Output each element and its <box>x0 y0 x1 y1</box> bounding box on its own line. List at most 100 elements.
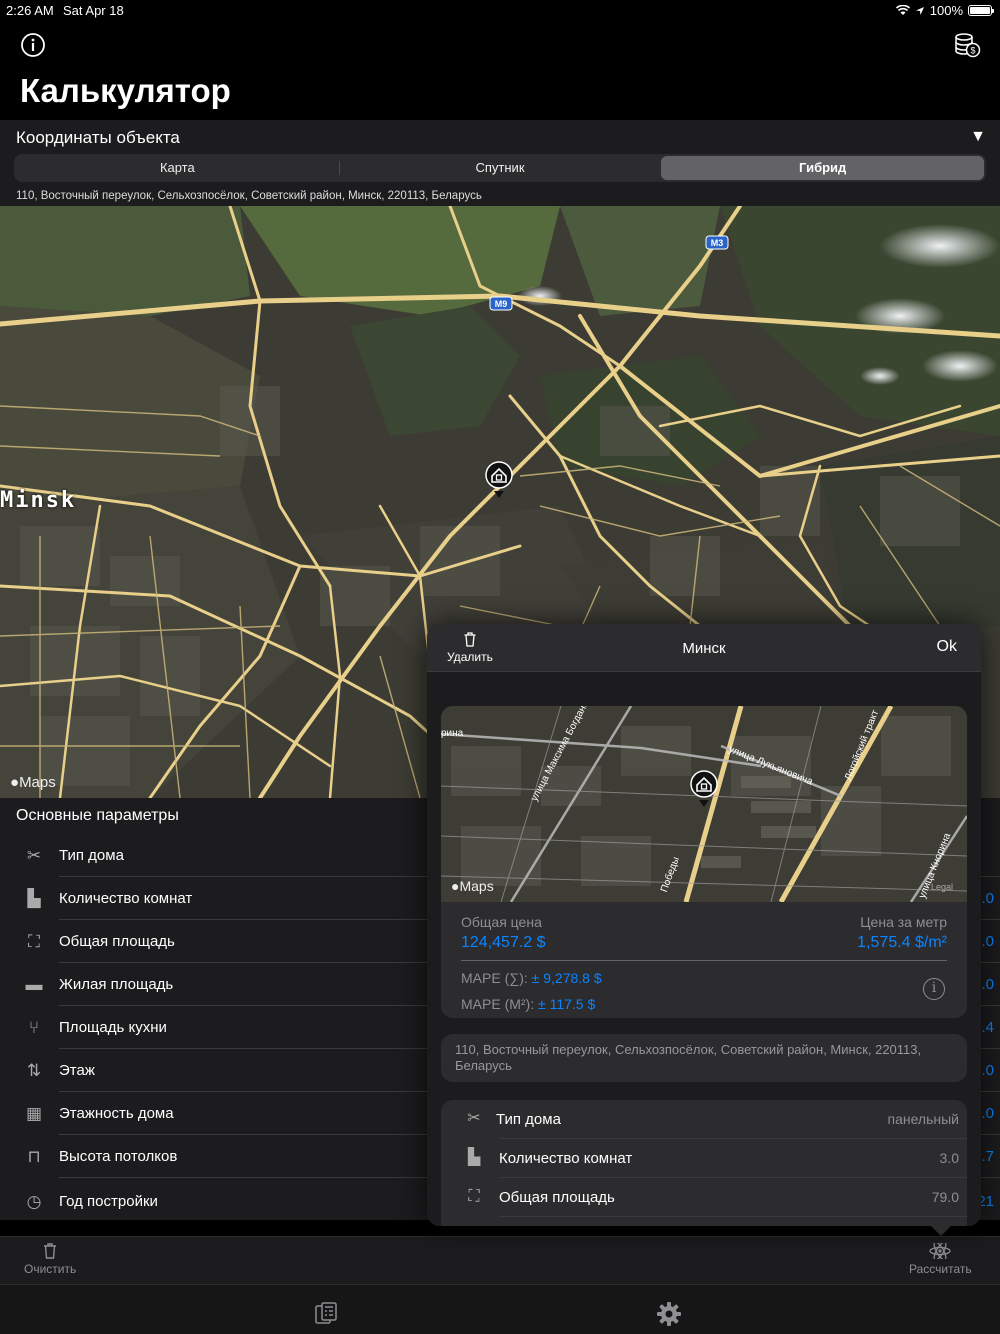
area-icon: ⛶ <box>468 1188 480 1205</box>
param-value: .4 <box>981 1019 994 1036</box>
atom-icon <box>929 1241 951 1261</box>
door-icon: ▙ <box>467 1149 481 1166</box>
road-shield-m9: M9 <box>494 299 508 309</box>
calculator-tab-icon[interactable] <box>314 1301 338 1325</box>
street-label: рина <box>441 728 464 739</box>
status-date: Sat Apr 18 <box>63 3 124 18</box>
param-label: Год постройки <box>59 1193 158 1210</box>
collapse-triangle-icon[interactable]: ▼ <box>970 128 986 146</box>
detail-label: Количество комнат <box>499 1150 633 1167</box>
params-section-title: Основные параметры <box>16 807 179 824</box>
param-value: .0 <box>981 1105 994 1122</box>
divider <box>461 960 947 961</box>
detail-label: Тип дома <box>496 1111 561 1128</box>
location-icon <box>915 6 924 15</box>
address-card: 110, Восточный переулок, Сельхозпосёлок,… <box>441 1034 967 1082</box>
info-icon[interactable]: i <box>923 978 945 1000</box>
popover-address: 110, Восточный переулок, Сельхозпосёлок,… <box>455 1042 922 1073</box>
coords-section-title: Координаты объекта <box>16 128 180 147</box>
param-label: Площадь кухни <box>59 1019 167 1036</box>
tools-icon: ✂ <box>26 846 42 865</box>
result-popover: Удалить Минск Ok рина улица Лукьяновича … <box>427 624 981 1226</box>
floor-icon: ⇅ <box>26 1061 42 1080</box>
calculate-button[interactable]: Рассчитать <box>909 1241 972 1276</box>
param-value: .0 <box>981 933 994 950</box>
bottom-toolbar: Очистить Рассчитать <box>0 1236 1000 1284</box>
sofa-icon: ▬ <box>25 975 43 994</box>
clear-label: Очистить <box>24 1262 77 1276</box>
detail-row-total-area: ⛶ Общая площадь 79.0 <box>441 1178 967 1217</box>
details-card: ✂ Тип дома панельный ▙ Количество комнат… <box>441 1100 967 1226</box>
ok-button[interactable]: Ok <box>937 638 957 656</box>
map-city-label: Minsk <box>0 488 77 513</box>
price-per-meter-value: 1,575.4 $/m² <box>857 934 947 951</box>
calculate-label: Рассчитать <box>909 1262 972 1276</box>
detail-value: 3.0 <box>939 1150 959 1166</box>
status-time: 2:26 AM <box>6 3 54 18</box>
settings-tab-icon[interactable] <box>656 1301 682 1327</box>
divider <box>499 1216 967 1217</box>
total-price-value: 124,457.2 $ <box>461 934 546 951</box>
detail-value: панельный <box>887 1111 960 1127</box>
legal-link[interactable]: Legal <box>931 882 953 892</box>
location-pin-icon[interactable] <box>689 770 719 808</box>
coins-icon[interactable]: $ <box>953 32 981 58</box>
segment-map[interactable]: Карта <box>16 156 339 180</box>
tab-bar <box>0 1284 1000 1334</box>
building-icon: ▦ <box>25 1104 43 1123</box>
coords-address: 110, Восточный переулок, Сельхозпосёлок,… <box>16 190 482 202</box>
mini-map-attribution: ●Maps <box>451 878 494 894</box>
clear-button[interactable]: Очистить <box>24 1243 76 1276</box>
info-icon[interactable] <box>20 32 46 58</box>
coords-section: Координаты объекта ▼ Карта Спутник Гибри… <box>0 120 1000 206</box>
param-value: .0 <box>981 890 994 907</box>
status-bar: 2:26 AM Sat Apr 18 100% <box>0 0 1000 22</box>
param-value: .7 <box>981 1148 994 1165</box>
trash-icon <box>44 1243 57 1259</box>
mini-map[interactable]: рина улица Максима Богдановича улица Лук… <box>441 706 967 902</box>
clock-icon: ◷ <box>26 1192 42 1211</box>
detail-row-rooms: ▙ Количество комнат 3.0 <box>441 1139 967 1178</box>
param-label: Общая площадь <box>59 933 175 950</box>
param-label: Этаж <box>59 1062 95 1079</box>
popover-title: Минск <box>682 640 726 657</box>
fork-knife-icon: ⑂ <box>28 1018 40 1037</box>
page-title: Калькулятор <box>20 72 231 109</box>
battery-icon <box>968 5 994 16</box>
param-label: Высота потолков <box>59 1148 178 1165</box>
battery-percent: 100% <box>929 3 963 18</box>
param-label: Этажность дома <box>59 1105 174 1122</box>
popover-arrow <box>927 1222 955 1236</box>
area-icon: ⛶ <box>28 932 40 951</box>
popover-nav-bar: Удалить Минск Ok <box>427 624 981 672</box>
segment-hybrid[interactable]: Гибрид <box>661 156 985 180</box>
road-shield-m3: M3 <box>710 238 724 248</box>
mape-m2-value: ± 117.5 $ <box>538 996 596 1012</box>
mape-total: MAPE (∑): ± 9,278.8 $ <box>461 970 602 986</box>
result-card: рина улица Максима Богдановича улица Лук… <box>441 706 967 1018</box>
map-attribution-text: Maps <box>19 774 56 791</box>
map-attribution: ●Maps <box>10 774 56 791</box>
segment-satellite[interactable]: Спутник <box>338 156 662 180</box>
mape-m2: MAPE (M²): ± 117.5 $ <box>461 996 595 1012</box>
svg-text:$: $ <box>970 46 975 56</box>
mini-map-attribution-text: Maps <box>459 878 494 894</box>
map-type-segmented-control[interactable]: Карта Спутник Гибрид <box>14 154 986 182</box>
total-price-label: Общая цена <box>461 914 542 930</box>
param-label: Жилая площадь <box>59 976 174 993</box>
mape-total-value: ± 9,278.8 $ <box>531 970 602 986</box>
ceiling-icon: ⊓ <box>27 1147 41 1166</box>
detail-row-house-type: ✂ Тип дома панельный <box>441 1100 967 1139</box>
detail-label: Общая площадь <box>499 1189 615 1206</box>
mape-m2-label: MAPE (M²): <box>461 996 535 1012</box>
location-pin-icon[interactable] <box>484 461 514 499</box>
mape-total-label: MAPE (∑): <box>461 970 528 986</box>
popover-body: рина улица Максима Богдановича улица Лук… <box>427 672 981 1226</box>
param-label: Тип дома <box>59 847 124 864</box>
tools-icon: ✂ <box>467 1110 481 1127</box>
price-per-meter-label: Цена за метр <box>860 914 947 930</box>
param-value: .0 <box>981 976 994 993</box>
param-label: Количество комнат <box>59 890 193 907</box>
param-value: .0 <box>981 1062 994 1079</box>
detail-value: 79.0 <box>931 1189 959 1205</box>
